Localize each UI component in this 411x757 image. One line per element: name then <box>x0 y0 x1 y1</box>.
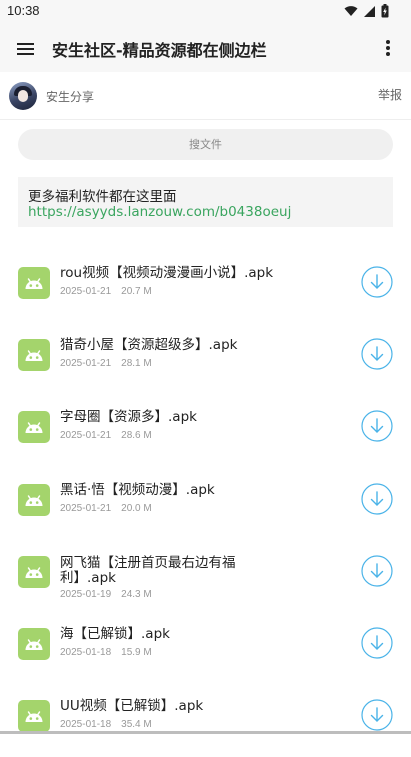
file-name: 网飞猫【注册首页最右边有福利】.apk <box>60 555 236 586</box>
file-size: 15.9 M <box>121 647 152 658</box>
description-box: 更多福利软件都在这里面 https://asyyds.lanzouw.com/b… <box>18 177 393 227</box>
report-button[interactable]: 举报 <box>378 86 402 103</box>
file-date: 2025-01-21 <box>60 430 112 441</box>
search-file-button[interactable]: 搜文件 <box>18 129 393 160</box>
file-size: 28.6 M <box>121 430 152 441</box>
file-list-item[interactable]: UU视频【已解锁】.apk 2025-01-18 35.4 M <box>0 685 411 757</box>
file-size: 20.7 M <box>121 286 152 297</box>
file-list-item[interactable]: rou视频【视频动漫漫画小说】.apk 2025-01-21 20.7 M <box>0 252 411 324</box>
android-apk-icon <box>18 339 50 371</box>
android-apk-icon <box>18 700 50 732</box>
author-name[interactable]: 安生分享 <box>46 88 94 105</box>
file-date: 2025-01-18 <box>60 719 112 730</box>
status-bar: 10:38 <box>0 0 411 24</box>
file-meta: 2025-01-18 15.9 M <box>60 647 152 658</box>
android-apk-icon <box>18 556 50 588</box>
app-toolbar: 安生社区-精品资源都在侧边栏 <box>0 24 411 72</box>
page-title: 安生社区-精品资源都在侧边栏 <box>52 41 267 60</box>
signal-icon <box>364 6 375 17</box>
file-date: 2025-01-19 <box>60 589 112 600</box>
download-button[interactable] <box>361 699 393 731</box>
file-size: 35.4 M <box>121 719 152 730</box>
download-button[interactable] <box>361 410 393 442</box>
android-apk-icon <box>18 267 50 299</box>
file-size: 28.1 M <box>121 358 152 369</box>
status-icons <box>344 4 389 18</box>
download-circle-icon <box>361 410 393 442</box>
search-label: 搜文件 <box>189 138 222 151</box>
file-name: UU视频【已解锁】.apk <box>60 698 204 714</box>
battery-charging-icon <box>381 4 389 18</box>
download-circle-icon <box>361 555 393 587</box>
file-meta: 2025-01-19 24.3 M <box>60 589 152 600</box>
download-circle-icon <box>361 266 393 298</box>
download-circle-icon <box>361 483 393 515</box>
file-size: 24.3 M <box>121 589 152 600</box>
more-vertical-icon <box>386 40 390 56</box>
download-button[interactable] <box>361 627 393 659</box>
android-apk-icon <box>18 484 50 516</box>
file-list-item[interactable]: 字母圈【资源多】.apk 2025-01-21 28.6 M <box>0 396 411 468</box>
avatar-face <box>18 90 28 102</box>
description-text: 更多福利软件都在这里面 <box>28 189 177 205</box>
download-button[interactable] <box>361 555 393 587</box>
file-list-item[interactable]: 黑话·悟【视频动漫】.apk 2025-01-21 20.0 M <box>0 469 411 541</box>
description-link[interactable]: https://asyyds.lanzouw.com/b0438oeuj <box>28 204 291 220</box>
more-options-button[interactable] <box>383 38 393 58</box>
file-date: 2025-01-18 <box>60 647 112 658</box>
download-button[interactable] <box>361 266 393 298</box>
file-meta: 2025-01-21 28.6 M <box>60 430 152 441</box>
file-list-item[interactable]: 海【已解锁】.apk 2025-01-18 15.9 M <box>0 613 411 685</box>
file-name: 字母圈【资源多】.apk <box>60 409 197 425</box>
file-size: 20.0 M <box>121 503 152 514</box>
file-meta: 2025-01-18 35.4 M <box>60 719 152 730</box>
android-apk-icon <box>18 628 50 660</box>
file-name: 猎奇小屋【资源超级多】.apk <box>60 337 238 353</box>
author-row: 安生分享 举报 <box>0 72 411 120</box>
menu-button[interactable] <box>13 37 37 61</box>
status-time: 10:38 <box>7 3 40 18</box>
file-name: 海【已解锁】.apk <box>60 626 170 642</box>
file-date: 2025-01-21 <box>60 358 112 369</box>
file-list-item[interactable]: 网飞猫【注册首页最右边有福利】.apk 2025-01-19 24.3 M <box>0 541 411 613</box>
download-button[interactable] <box>361 338 393 370</box>
download-button[interactable] <box>361 483 393 515</box>
file-meta: 2025-01-21 20.0 M <box>60 503 152 514</box>
download-circle-icon <box>361 627 393 659</box>
file-meta: 2025-01-21 20.7 M <box>60 286 152 297</box>
file-list-item[interactable]: 猎奇小屋【资源超级多】.apk 2025-01-21 28.1 M <box>0 324 411 396</box>
android-apk-icon <box>18 411 50 443</box>
download-circle-icon <box>361 699 393 731</box>
download-circle-icon <box>361 338 393 370</box>
file-meta: 2025-01-21 28.1 M <box>60 358 152 369</box>
file-name: rou视频【视频动漫漫画小说】.apk <box>60 265 274 281</box>
wifi-icon <box>344 6 358 16</box>
file-date: 2025-01-21 <box>60 503 112 514</box>
file-name: 黑话·悟【视频动漫】.apk <box>60 482 215 498</box>
hamburger-menu-icon <box>17 43 34 55</box>
file-date: 2025-01-21 <box>60 286 112 297</box>
avatar[interactable] <box>9 82 37 110</box>
